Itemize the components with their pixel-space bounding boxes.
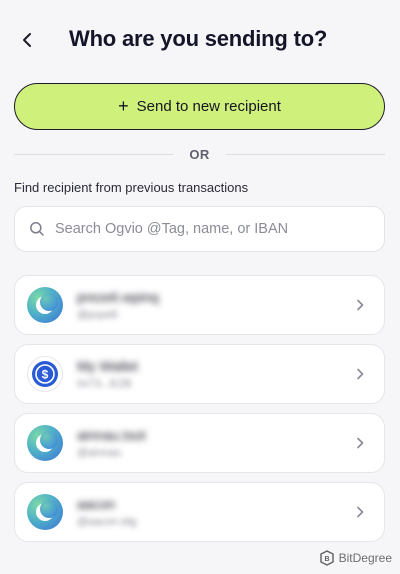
recipient-name: aacon (77, 496, 116, 512)
recipient-name: ainnau.tsot (77, 427, 146, 443)
recipient-name: My Wallet (77, 358, 138, 374)
search-input[interactable] (55, 221, 384, 237)
divider-line-left (14, 153, 174, 155)
recipient-tag: 0x73...EZB (77, 378, 132, 390)
divider-line-right (225, 153, 385, 155)
page-title: Who are you sending to? (69, 26, 328, 51)
recipient-item[interactable]: aacon @aacon.tdg (14, 482, 385, 542)
recipient-tag: @ainnau (77, 447, 122, 459)
search-icon (30, 222, 44, 236)
recipient-tag: @prpeili (77, 309, 118, 321)
bitdegree-logo-icon: B (319, 550, 334, 566)
recipient-item[interactable]: $ My Wallet 0x73...EZB (14, 344, 385, 404)
plus-icon: + (118, 95, 129, 116)
header: Who are you sending to? (0, 0, 400, 78)
svg-text:B: B (324, 556, 329, 563)
recipient-tag: @aacon.tdg (77, 516, 137, 528)
recipient-item[interactable]: prezeli.wpinq @prpeili (14, 275, 385, 335)
chevron-left-icon (23, 33, 31, 47)
watermark-text: BitDegree (338, 551, 392, 565)
ogvio-logo (27, 287, 63, 323)
chevron-right-icon (350, 364, 370, 384)
chevron-right-icon (350, 295, 370, 315)
find-recipient-label: Find recipient from previous transaction… (14, 180, 249, 195)
chevron-right-icon (350, 502, 370, 522)
bitdegree-watermark: B BitDegree (319, 548, 392, 568)
recipient-name: prezeli.wpinq (77, 289, 159, 305)
search-field[interactable] (14, 206, 385, 252)
chevron-right-icon (350, 433, 370, 453)
usdc-coin-icon: $ (27, 356, 63, 392)
svg-text:$: $ (42, 368, 49, 382)
back-button[interactable] (14, 26, 42, 54)
ogvio-logo (27, 494, 63, 530)
recipient-item[interactable]: ainnau.tsot @ainnau (14, 413, 385, 473)
send-to-new-recipient-button[interactable]: + Send to new recipient (14, 83, 385, 130)
or-label: OR (189, 146, 210, 162)
ogvio-logo (27, 425, 63, 461)
send-new-label: Send to new recipient (136, 98, 281, 115)
or-divider: OR (14, 145, 385, 163)
